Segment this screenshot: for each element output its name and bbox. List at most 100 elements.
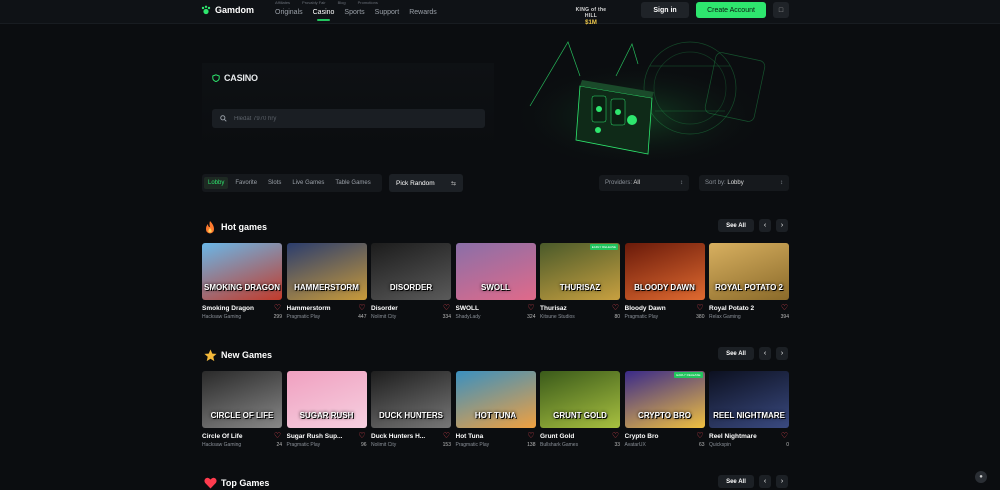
game-thumbnail[interactable]: CIRCLE OF LIFE <box>202 371 282 428</box>
see-all-top-games-button[interactable]: See All <box>718 475 754 488</box>
king-title: KING of the HILL <box>575 7 607 19</box>
like-count: 153 <box>442 442 451 448</box>
nav-support[interactable]: Support <box>375 9 400 20</box>
tab-table-games[interactable]: Table Games <box>331 177 374 189</box>
heart-icon[interactable]: ♡ <box>696 304 703 312</box>
game-art-title: BLOODY DAWN <box>634 283 695 292</box>
game-card[interactable]: SUGAR RUSH Sugar Rush Sup... Pragmatic Pla… <box>286 371 367 448</box>
see-all-hot-games-button[interactable]: See All <box>718 219 754 232</box>
game-thumbnail[interactable]: EARLY RELEASE CRYPTO BRO <box>624 371 705 428</box>
prev-hot-games-button[interactable]: ‹ <box>759 219 771 232</box>
see-all-new-games-button[interactable]: See All <box>718 347 754 360</box>
game-name: Circle Of Life <box>202 433 243 440</box>
tab-slots[interactable]: Slots <box>264 177 285 189</box>
like-count: 394 <box>780 314 789 320</box>
like-count: 0 <box>786 442 789 448</box>
game-thumbnail[interactable]: GRUNT GOLD <box>540 371 620 428</box>
heart-icon[interactable]: ♡ <box>274 432 281 440</box>
nav-originals[interactable]: Originals <box>275 9 303 20</box>
game-card[interactable]: DUCK HUNTERS Duck Hunters H... Nolimit Cit… <box>371 371 451 448</box>
game-card[interactable]: HOT TUNA Hot Tuna Pragmatic Play ♡ 138 <box>455 371 536 448</box>
heart-icon[interactable]: ♡ <box>781 304 788 312</box>
game-card[interactable]: EARLY RELEASE CRYPTO BRO Crypto Bro AvatarU… <box>624 371 705 448</box>
heart-icon[interactable]: ♡ <box>781 432 788 440</box>
nav-sports[interactable]: Sports <box>344 9 364 20</box>
game-card[interactable]: REEL NIGHTMARE Reel Nightmare Quickspin ♡ 0 <box>709 371 789 448</box>
chevron-left-icon: ‹ <box>763 222 767 229</box>
game-thumbnail[interactable]: HAMMERSTORM <box>286 243 367 300</box>
game-thumbnail[interactable]: SMOKING DRAGON <box>202 243 282 300</box>
game-card[interactable]: BLOODY DAWN Bloody Dawn Pragmatic Play ♡ 380 <box>624 243 705 320</box>
heart-icon[interactable]: ♡ <box>443 432 450 440</box>
game-provider: Pragmatic Play <box>286 442 321 448</box>
prev-top-games-button[interactable]: ‹ <box>759 475 771 488</box>
prev-new-games-button[interactable]: ‹ <box>759 347 771 360</box>
brand-name: Gamdom <box>215 5 255 15</box>
next-new-games-button[interactable]: › <box>776 347 788 360</box>
tab-lobby[interactable]: Lobby <box>204 177 229 189</box>
game-thumbnail[interactable]: SUGAR RUSH <box>286 371 367 428</box>
game-name: Crypto Bro <box>624 433 659 440</box>
subnav-promotions[interactable]: Promotions <box>358 0 378 5</box>
like-count: 334 <box>442 314 451 320</box>
game-thumbnail[interactable]: REEL NIGHTMARE <box>709 371 789 428</box>
pick-random-button[interactable]: Pick Random ⇆ <box>389 174 463 192</box>
heart-icon[interactable]: ♡ <box>358 304 365 312</box>
nav-rewards[interactable]: Rewards <box>409 9 437 20</box>
game-card[interactable]: CIRCLE OF LIFE Circle Of Life Hacksaw Gami… <box>202 371 282 448</box>
game-thumbnail[interactable]: DISORDER <box>371 243 451 300</box>
tab-favorite[interactable]: Favorite <box>231 177 261 189</box>
providers-value: All <box>633 180 641 186</box>
tab-live-games[interactable]: Live Games <box>288 177 328 189</box>
game-name: Hammerstorm <box>286 305 331 312</box>
sort-dropdown[interactable]: Sort by: Lobby ↕ <box>699 175 789 191</box>
heart-icon[interactable]: ♡ <box>274 304 281 312</box>
game-provider: ShadyLady <box>455 314 481 320</box>
search-input[interactable] <box>234 115 454 122</box>
hot-games-heading: Hot games <box>221 222 268 232</box>
game-search-box[interactable] <box>212 109 485 128</box>
game-card[interactable]: GRUNT GOLD Grunt Gold Bullshark Games ♡ 33 <box>540 371 620 448</box>
game-provider: Nolimit City <box>371 314 397 320</box>
subnav-provably-fair[interactable]: Provably Fair <box>302 0 326 5</box>
heart-icon[interactable]: ♡ <box>612 304 619 312</box>
game-card[interactable]: SWOLL SWOLL ShadyLady ♡ 324 <box>455 243 536 320</box>
subnav-affiliates[interactable]: Affiliates <box>275 0 290 5</box>
heart-icon[interactable]: ♡ <box>612 432 619 440</box>
nav-casino[interactable]: Casino <box>313 9 334 21</box>
brand-logo[interactable]: Gamdom <box>201 5 254 15</box>
game-card[interactable]: DISORDER Disorder Nolimit City ♡ 334 <box>371 243 451 320</box>
support-chat-button[interactable]: ● <box>975 471 987 483</box>
heart-icon[interactable]: ♡ <box>527 432 534 440</box>
game-thumbnail[interactable]: DUCK HUNTERS <box>371 371 451 428</box>
paw-icon <box>201 5 211 15</box>
sign-in-button[interactable]: Sign in <box>641 2 689 18</box>
heart-icon[interactable]: ♡ <box>443 304 450 312</box>
game-thumbnail[interactable]: EARLY RELEASE THURISAZ <box>540 243 620 300</box>
sub-navigation: Affiliates Provably Fair Blog Promotions <box>275 0 378 5</box>
heart-icon[interactable]: ♡ <box>527 304 534 312</box>
game-thumbnail[interactable]: BLOODY DAWN <box>624 243 705 300</box>
section-title-top-games: Top Games <box>203 476 269 490</box>
like-count: 33 <box>614 442 620 448</box>
game-thumbnail[interactable]: HOT TUNA <box>455 371 536 428</box>
game-card[interactable]: EARLY RELEASE THURISAZ Thurisaz Kitsune Stu… <box>540 243 620 320</box>
king-of-the-hill-banner[interactable]: KING of the HILL $1M <box>570 0 612 26</box>
game-art-title: REEL NIGHTMARE <box>713 411 785 420</box>
create-account-button[interactable]: Create Account <box>696 2 766 18</box>
subnav-blog[interactable]: Blog <box>338 0 346 5</box>
next-hot-games-button[interactable]: › <box>776 219 788 232</box>
heart-icon[interactable]: ♡ <box>696 432 703 440</box>
game-thumbnail[interactable]: ROYAL POTATO 2 <box>709 243 789 300</box>
chat-button[interactable]: □ <box>773 2 789 18</box>
game-card[interactable]: ROYAL POTATO 2 Royal Potato 2 Relax Gaming… <box>709 243 789 320</box>
providers-dropdown[interactable]: Providers: All ↕ <box>599 175 689 191</box>
game-card[interactable]: SMOKING DRAGON Smoking Dragon Hacksaw Gami… <box>202 243 282 320</box>
game-card[interactable]: HAMMERSTORM Hammerstorm Pragmatic Play ♡ 447 <box>286 243 367 320</box>
heart-icon[interactable]: ♡ <box>358 432 365 440</box>
chevron-right-icon: › <box>780 222 784 229</box>
next-top-games-button[interactable]: › <box>776 475 788 488</box>
game-thumbnail[interactable]: SWOLL <box>455 243 536 300</box>
shield-icon <box>212 74 220 82</box>
game-name: Hot Tuna <box>455 433 484 440</box>
